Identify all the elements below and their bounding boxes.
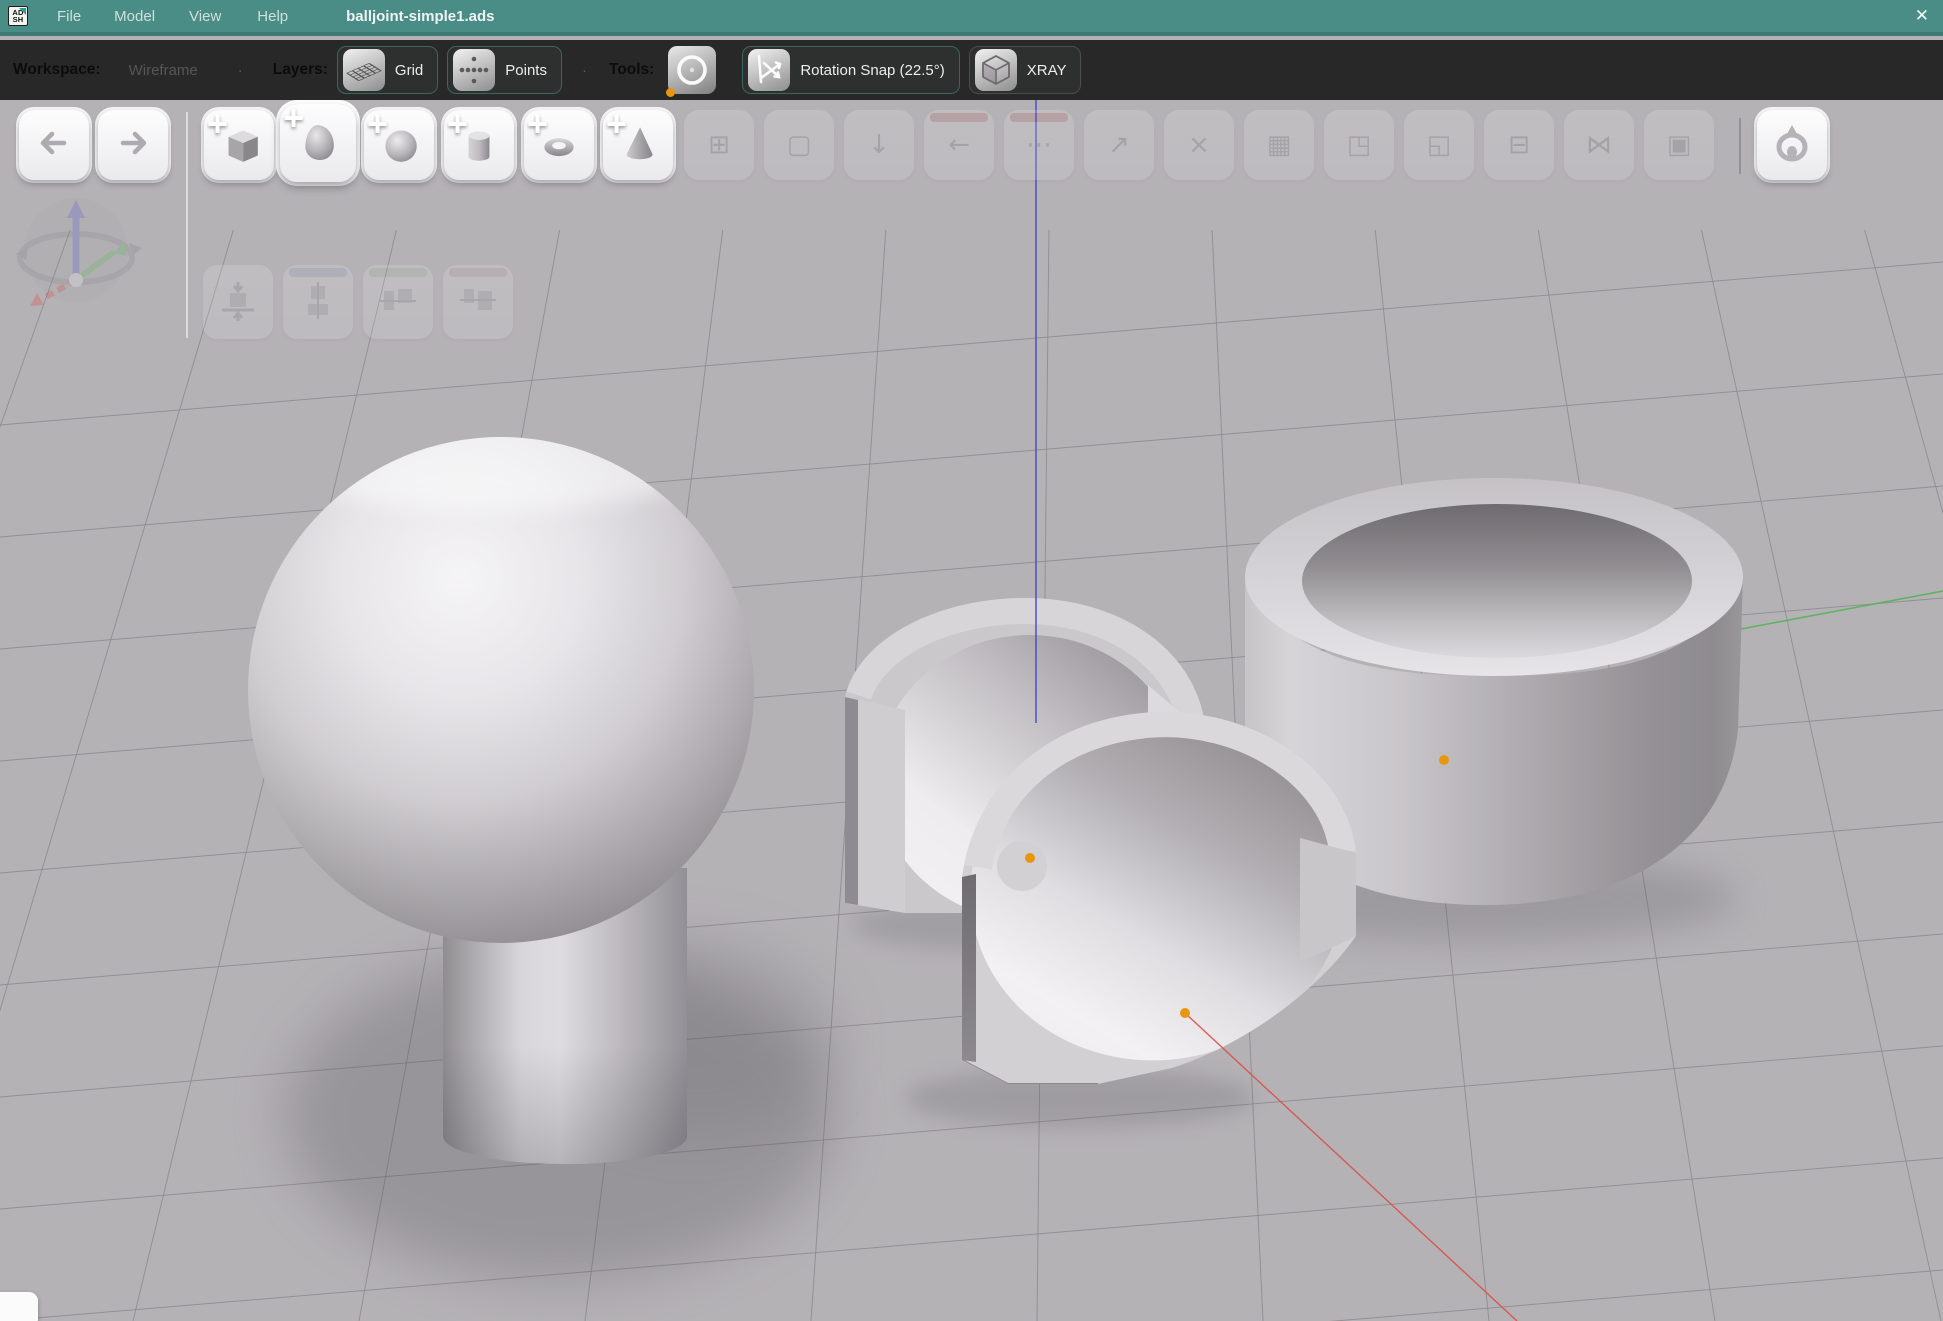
cone-shape-icon	[615, 120, 661, 171]
add-cylinder-button[interactable]: +	[444, 110, 514, 180]
subtract-button: ◳	[1324, 110, 1394, 180]
align-horizontal-button	[363, 265, 433, 339]
import-button: ↓	[844, 110, 914, 180]
toolbar-separator	[186, 112, 188, 338]
back-arrow-icon	[34, 123, 74, 168]
handle-marker[interactable]	[1180, 1008, 1190, 1018]
remove-points-icon: ⋯	[1026, 130, 1052, 160]
add-square-button: ⊞	[684, 110, 754, 180]
document-title: balljoint-simple1.ads	[346, 8, 494, 25]
corner-widget[interactable]	[0, 1292, 38, 1321]
rotation-snap-button[interactable]: Rotation Snap (22.5°)	[742, 46, 959, 94]
clone-icon: ▢	[787, 130, 812, 160]
subtract-icon: ◳	[1347, 130, 1372, 160]
accent-bar	[1010, 113, 1068, 122]
export-icon: ↗	[1108, 130, 1130, 160]
drop-to-floor-icon	[216, 277, 260, 328]
layer-points-button[interactable]: Points	[447, 46, 562, 94]
menu-view[interactable]: View	[189, 8, 221, 25]
align-depth-button	[443, 265, 513, 339]
group-icon: ⊟	[1508, 130, 1530, 160]
delete-button: ×	[1164, 110, 1234, 180]
accent-bar	[369, 268, 427, 277]
cut-button: ⋈	[1564, 110, 1634, 180]
align-horizontal-icon	[376, 277, 420, 328]
capsule-shape-icon	[295, 118, 341, 169]
workspace-label: Workspace:	[13, 61, 101, 79]
sphere-shape-icon	[376, 120, 422, 171]
union-button: ▦	[1244, 110, 1314, 180]
drop-to-floor-button	[203, 265, 273, 339]
center-vertical-icon	[296, 277, 340, 328]
points-layer-icon	[453, 49, 495, 91]
handle-marker[interactable]	[1025, 853, 1035, 863]
viewport-3d[interactable]	[0, 0, 1943, 1321]
accent-bar	[289, 268, 347, 277]
rotation-snap-label: Rotation Snap (22.5°)	[800, 62, 944, 79]
union-icon: ▦	[1267, 130, 1292, 160]
workspace-toolbar: Workspace: Wireframe · Layers: Grid	[0, 40, 1943, 100]
intersect-button: ◱	[1404, 110, 1474, 180]
layer-grid-button[interactable]: Grid	[337, 46, 438, 94]
workspace-value[interactable]: Wireframe	[129, 62, 198, 79]
accent-bar	[930, 113, 988, 122]
cut-icon: ⋈	[1586, 130, 1612, 160]
cylinder-shape-icon	[456, 120, 502, 171]
separator-dot: ·	[582, 62, 587, 79]
layer-grid-label: Grid	[395, 62, 423, 79]
toolbar-separator	[1739, 118, 1741, 174]
circle-select-icon[interactable]	[668, 46, 716, 94]
add-torus-button[interactable]: +	[524, 110, 594, 180]
xray-cube-icon	[975, 49, 1017, 91]
add-cube-button[interactable]: +	[204, 110, 274, 180]
cube-shape-icon	[216, 120, 262, 171]
orbit-camera-button[interactable]	[1757, 110, 1827, 180]
menu-help[interactable]: Help	[257, 8, 288, 25]
add-square-icon: ⊞	[708, 130, 730, 160]
layers-label: Layers:	[273, 61, 328, 79]
export-button: ↗	[1084, 110, 1154, 180]
handle-marker[interactable]	[1439, 755, 1449, 765]
menu-file[interactable]: File	[57, 8, 81, 25]
orbit-camera-icon	[1770, 121, 1814, 170]
intersect-icon: ◱	[1427, 130, 1452, 160]
app-icon[interactable]: AD SH	[8, 6, 28, 26]
app-icon-text: SH	[13, 16, 24, 24]
orientation-gizmo	[12, 192, 147, 319]
orange-badge	[666, 88, 675, 97]
x-axis-line	[1185, 1013, 1517, 1321]
center-vertical-button	[283, 265, 353, 339]
accent-bar	[449, 268, 507, 277]
delete-icon: ×	[1188, 130, 1210, 160]
app-window: AD SH File Model View Help balljoint-sim…	[0, 0, 1943, 1321]
tools-label: Tools:	[609, 61, 654, 79]
ungroup-icon: ▣	[1667, 130, 1692, 160]
title-bar: AD SH File Model View Help balljoint-sim…	[0, 0, 1943, 36]
close-icon[interactable]: ✕	[1915, 6, 1929, 26]
remove-left-icon: ←	[948, 130, 970, 160]
remove-points-button: ⋯	[1004, 110, 1074, 180]
import-icon: ↓	[868, 130, 890, 160]
separator-dot: ·	[238, 62, 243, 79]
layer-points-label: Points	[505, 62, 547, 79]
clone-button: ▢	[764, 110, 834, 180]
y-axis-line	[1741, 591, 1943, 629]
xray-button[interactable]: XRAY	[969, 46, 1082, 94]
remove-left-button: ←	[924, 110, 994, 180]
add-capsule-button[interactable]: +	[280, 104, 356, 182]
torus-shape-icon	[536, 120, 582, 171]
rotation-snap-icon	[748, 49, 790, 91]
group-button: ⊟	[1484, 110, 1554, 180]
forward-arrow-icon	[113, 123, 153, 168]
menu-model[interactable]: Model	[114, 8, 155, 25]
forward-button[interactable]	[98, 110, 168, 180]
back-button[interactable]	[19, 110, 89, 180]
ungroup-button: ▣	[1644, 110, 1714, 180]
add-cone-button[interactable]: +	[603, 110, 673, 180]
xray-label: XRAY	[1027, 62, 1067, 79]
align-depth-icon	[456, 277, 500, 328]
add-sphere-button[interactable]: +	[364, 110, 434, 180]
grid-layer-icon	[343, 49, 385, 91]
